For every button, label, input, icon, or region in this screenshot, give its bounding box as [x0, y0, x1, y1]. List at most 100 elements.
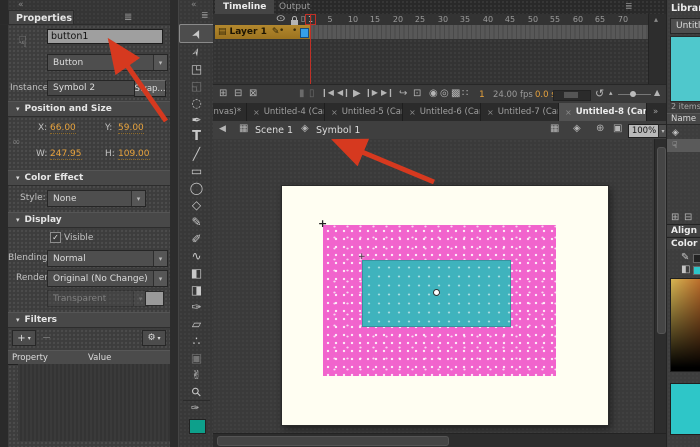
align-panel-header[interactable]: Align [667, 224, 700, 236]
frame-marker2-icon[interactable]: ▯ [309, 89, 315, 99]
line-tool[interactable]: ╱ [179, 145, 214, 162]
selection-tool[interactable]: ➤ [179, 24, 216, 43]
library-item-symbol[interactable]: ◈ [667, 126, 700, 139]
section-color-effect[interactable]: ▾ Color Effect [8, 170, 178, 186]
tab-output[interactable]: Output [271, 0, 318, 14]
rectangle-tool[interactable]: ▭ [179, 162, 214, 179]
gradient-transform-tool[interactable]: ◱ [179, 77, 214, 94]
y-value[interactable]: 59.00 [118, 123, 144, 134]
instance-of-field[interactable]: Symbol 2 [47, 80, 136, 96]
reset-zoom-icon[interactable]: ↺ [595, 88, 604, 99]
swap-button[interactable]: Swap... [134, 80, 166, 97]
text-tool[interactable]: T [179, 128, 214, 145]
ink-bottle-tool[interactable]: ◨ [179, 281, 214, 298]
style-dropdown[interactable]: None ▾ [47, 190, 146, 207]
oval-tool[interactable]: ◯ [179, 179, 214, 196]
visible-checkbox[interactable]: ✓ [50, 232, 61, 243]
timeline-zoom-slider-knob[interactable] [630, 91, 636, 97]
pencil-tool[interactable]: ✎ [179, 213, 214, 230]
close-icon[interactable]: × [565, 108, 572, 117]
bone-tool[interactable]: ∿ [179, 247, 214, 264]
collapse-panel-icon[interactable]: « [18, 0, 24, 10]
fill-color-swatch[interactable] [189, 419, 206, 434]
document-tab-partial[interactable]: (Canvas)* × [213, 103, 247, 121]
layer-visibility-dot[interactable]: • [279, 26, 284, 36]
camera-tool[interactable]: ▣ [179, 349, 214, 366]
library-item-button[interactable]: ☟ [667, 139, 700, 152]
section-position-size[interactable]: ▾ Position and Size [8, 101, 178, 117]
properties-tab[interactable]: Properties [8, 10, 74, 25]
fill-color-eyedropper-icon[interactable]: ✑ [191, 403, 199, 414]
current-frame-value[interactable]: 1 [479, 90, 485, 100]
constrain-icon[interactable]: ∞ [12, 137, 20, 148]
onion-markers-icon[interactable]: ▩ [451, 89, 460, 99]
document-tab[interactable]: × Untitled-5 (Canvas)* [325, 103, 403, 121]
zoom-level-dropdown[interactable]: 100% [628, 124, 660, 138]
library-name-header[interactable]: Name [667, 113, 700, 125]
new-folder-button[interactable]: ⊟ [234, 89, 242, 99]
brush-tool[interactable]: ✐ [179, 230, 214, 247]
canvas-pasteboard[interactable]: + + [213, 139, 654, 433]
edit-multiple-frames-icon[interactable]: ⊡ [413, 89, 421, 99]
canvas-h-scrollbar-thumb[interactable] [217, 436, 449, 446]
stroke-color-icon[interactable]: ✎ [681, 252, 689, 263]
document-tab[interactable]: × Untitled-6 (Canvas)* [403, 103, 481, 121]
document-tab-active[interactable]: × Untitled-8 (Canvas)* [559, 103, 647, 121]
edit-symbols-button[interactable]: ◈ [573, 124, 581, 134]
eraser-tool[interactable]: ▱ [179, 315, 214, 332]
zoom-out-timeline-icon[interactable]: ▴ [609, 90, 613, 97]
timeline-h-scrollbar[interactable] [553, 90, 591, 101]
close-icon[interactable]: × [331, 108, 338, 117]
library-panel-header[interactable]: Library [667, 0, 700, 16]
canvas-v-scrollbar-thumb[interactable] [657, 147, 666, 334]
onion-skin-outline-icon[interactable]: ◎ [440, 89, 449, 99]
go-last-frame-button[interactable]: ▶❙ [381, 89, 394, 97]
x-value[interactable]: 66.00 [50, 123, 76, 134]
edit-scene-button[interactable]: ▦ [550, 124, 559, 134]
zoom-tool[interactable]: ⚲ [179, 383, 214, 400]
scroll-up-icon[interactable]: ▴ [654, 15, 658, 24]
section-filters[interactable]: ▾ Filters [8, 312, 178, 328]
h-value[interactable]: 109.00 [118, 149, 150, 160]
subselection-tool[interactable]: ➢ [179, 43, 214, 60]
play-button[interactable]: ▶ [353, 89, 361, 99]
instance-name-input[interactable] [47, 29, 163, 44]
polystar-tool[interactable]: ◇ [179, 196, 214, 213]
section-display[interactable]: ▾ Display [8, 212, 178, 228]
step-back-button[interactable]: ◀❙ [337, 89, 350, 97]
filter-options-button[interactable]: ⚙ ▾ [142, 330, 166, 346]
layer-frames-strip[interactable] [310, 25, 648, 40]
pen-tool[interactable]: ✒ [179, 111, 214, 128]
onion-settings-icon[interactable]: ∷ [462, 89, 468, 99]
close-icon[interactable]: × [253, 108, 260, 117]
free-transform-tool[interactable]: ◳ [179, 60, 214, 77]
close-icon[interactable]: × [487, 108, 494, 117]
eyedropper-tool[interactable]: ✑ [179, 298, 214, 315]
document-tab[interactable]: × Untitled-4 (Canvas)* [247, 103, 325, 121]
color-picker-field[interactable] [670, 278, 700, 372]
paint-bucket-tool[interactable]: ◧ [179, 264, 214, 281]
transformation-point[interactable] [433, 289, 440, 296]
zoom-in-timeline-icon[interactable]: ▲ [654, 89, 660, 97]
onion-skin-icon[interactable]: ◉ [429, 89, 438, 99]
step-forward-button[interactable]: ❙▶ [365, 89, 378, 97]
layer-outline-color-swatch[interactable] [300, 28, 309, 38]
stroke-color-swatch[interactable] [693, 254, 700, 263]
panel-gutter[interactable] [170, 0, 178, 447]
fit-in-window-button[interactable]: ▣ [613, 124, 622, 134]
scene-breadcrumb[interactable]: Scene 1 [255, 125, 293, 136]
frame-rate-value[interactable]: 24.00 fps [493, 90, 533, 100]
tools-menu-icon[interactable]: ≣ [201, 11, 209, 21]
add-filter-button[interactable]: + ▾ [12, 330, 36, 346]
lasso-tool[interactable]: ◌ [179, 94, 214, 111]
document-tab[interactable]: × Untitled-7 (Canvas)* [481, 103, 559, 121]
new-layer-button[interactable]: ⊞ [219, 89, 227, 99]
go-first-frame-button[interactable]: ❙◀ [321, 89, 334, 97]
frame-marker-icon[interactable]: ▮ [299, 89, 305, 99]
back-button[interactable]: ◀ [219, 125, 226, 134]
library-document-dropdown[interactable]: Untitled-8 [670, 18, 700, 34]
tab-overflow-button[interactable]: » [647, 103, 666, 121]
spray-brush-tool[interactable]: ∴ [179, 332, 214, 349]
show-hide-all-layers-icon[interactable]: ⊙ [276, 14, 286, 24]
fill-color-swatch-small[interactable] [693, 266, 700, 275]
